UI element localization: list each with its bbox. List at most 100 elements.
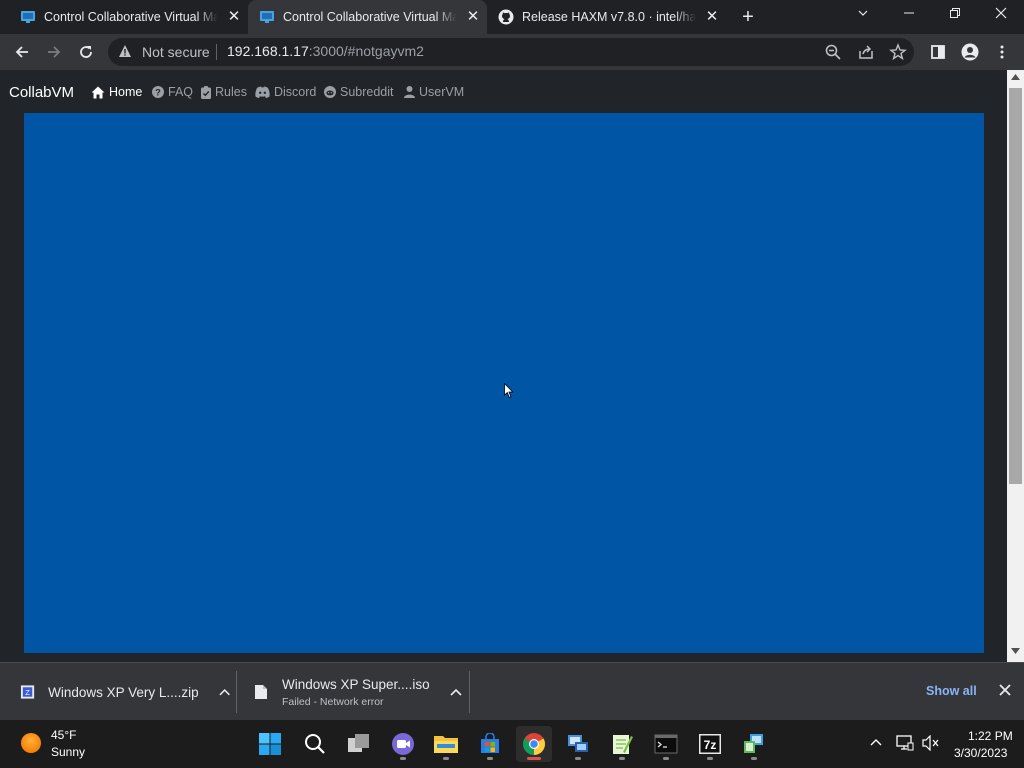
new-tab-button[interactable]: + <box>738 7 758 27</box>
tab-close-icon[interactable]: ✕ <box>704 9 720 25</box>
browser-tab-3[interactable]: Release HAXM v7.8.0 · intel/haxm ✕ <box>487 0 727 34</box>
notepad-plus-button[interactable] <box>604 726 640 762</box>
profile-button[interactable] <box>956 34 984 70</box>
chevron-up-icon[interactable] <box>219 688 230 696</box>
nav-label: Rules <box>215 85 247 99</box>
scroll-up-arrow-icon[interactable] <box>1011 74 1020 80</box>
file-explorer-button[interactable] <box>428 726 464 762</box>
task-view-button[interactable] <box>341 726 377 762</box>
vm-display-canvas[interactable] <box>24 113 984 653</box>
restore-icon[interactable] <box>932 0 978 30</box>
arrow-left-icon <box>15 46 28 58</box>
reload-button[interactable] <box>72 34 100 70</box>
brand-logo[interactable]: CollabVM <box>9 84 74 101</box>
running-indicator <box>751 757 757 760</box>
7zip-icon: 7z <box>699 734 721 754</box>
network-display-icon[interactable] <box>896 735 914 751</box>
back-button[interactable] <box>8 34 36 70</box>
nav-rules[interactable]: Rules <box>201 85 247 99</box>
search-icon <box>305 734 325 754</box>
chevron-up-icon[interactable] <box>450 688 462 696</box>
chrome-button[interactable] <box>516 726 552 762</box>
bookmark-star-icon[interactable] <box>889 43 907 61</box>
windows-taskbar: 45°F Sunny 7z 1:22 PM 3/30/2023 <box>0 720 1024 768</box>
microsoft-store-button[interactable] <box>472 726 508 762</box>
security-label[interactable]: Not secure <box>142 44 210 60</box>
user-icon <box>404 86 415 98</box>
share-icon[interactable] <box>857 43 875 61</box>
menu-button[interactable] <box>988 34 1016 70</box>
mouse-cursor-icon <box>504 383 514 399</box>
tab-close-icon[interactable]: ✕ <box>465 9 481 25</box>
task-view-icon <box>348 734 369 752</box>
address-bar[interactable]: Not secure 192.168.1.17:3000/#notgayvm2 <box>108 38 914 66</box>
close-icon[interactable] <box>998 683 1012 697</box>
download-item-1[interactable]: Z Windows XP Very L....zip <box>20 663 230 721</box>
zoom-out-icon[interactable] <box>824 43 842 61</box>
profile-icon <box>961 43 979 61</box>
teams-chat-button[interactable] <box>385 726 421 762</box>
terminal-icon <box>654 734 678 754</box>
svg-text:?: ? <box>155 88 161 98</box>
running-indicator <box>619 757 625 760</box>
home-icon <box>91 86 105 98</box>
side-panel-button[interactable] <box>924 34 952 70</box>
svg-text:7z: 7z <box>704 738 717 752</box>
running-indicator <box>487 757 493 760</box>
close-window-icon[interactable] <box>978 0 1024 30</box>
show-all-downloads-link[interactable]: Show all <box>926 684 977 698</box>
more-vertical-icon <box>1000 45 1004 59</box>
download-shelf: Z Windows XP Very L....zip Windows XP Su… <box>0 662 1024 720</box>
forward-button[interactable] <box>40 34 68 70</box>
terminal-button[interactable] <box>648 726 684 762</box>
browser-tab-2[interactable]: Control Collaborative Virtual Machine ✕ <box>248 0 487 34</box>
volume-muted-icon[interactable] <box>922 735 940 751</box>
question-icon: ? <box>152 86 164 98</box>
nav-label: FAQ <box>168 85 194 99</box>
download-divider <box>469 671 470 713</box>
nav-faq[interactable]: ? FAQ <box>152 85 193 99</box>
tab-search-chevron-icon[interactable] <box>840 0 886 30</box>
file-icon <box>255 685 267 699</box>
nav-home[interactable]: Home <box>91 85 142 99</box>
notepad-plus-icon <box>613 735 633 754</box>
tab-close-icon[interactable]: ✕ <box>226 9 242 25</box>
download-status: Failed - Network error <box>282 695 384 708</box>
tab-strip: Control Collaborative Virtual Machine ✕ … <box>0 0 1024 34</box>
network-app-icon <box>568 735 588 752</box>
nav-label: Discord <box>274 85 317 99</box>
nav-label: Subreddit <box>340 85 394 99</box>
url-text[interactable]: 192.168.1.17:3000/#notgayvm2 <box>227 43 424 59</box>
download-item-2[interactable]: Windows XP Super....iso Failed - Network… <box>254 663 464 721</box>
download-filename: Windows XP Very L....zip <box>48 684 199 700</box>
side-panel-icon <box>931 45 945 59</box>
tab-title: Release HAXM v7.8.0 · intel/haxm <box>522 10 696 24</box>
vmware-icon <box>744 734 763 753</box>
reload-icon <box>80 46 92 58</box>
running-indicator <box>707 757 713 760</box>
vmware-button[interactable] <box>736 726 772 762</box>
omnibox-divider <box>216 44 217 60</box>
browser-tab-1[interactable]: Control Collaborative Virtual Machine ✕ <box>0 0 248 34</box>
download-filename: Windows XP Super....iso <box>282 676 430 692</box>
7zip-button[interactable]: 7z <box>692 726 728 762</box>
nav-uservm[interactable]: UserVM <box>404 85 464 99</box>
scrollbar-thumb[interactable] <box>1009 88 1022 484</box>
nav-subreddit[interactable]: Subreddit <box>324 85 394 99</box>
nav-discord[interactable]: Discord <box>255 85 316 99</box>
clock-date[interactable]: 3/30/2023 <box>954 746 1007 760</box>
url-path: :3000/#notgayvm2 <box>308 43 424 59</box>
svg-text:Z: Z <box>25 688 30 697</box>
warning-icon[interactable] <box>118 44 132 58</box>
network-app-button[interactable] <box>560 726 596 762</box>
teams-chat-icon <box>392 733 414 755</box>
page-scrollbar[interactable] <box>1007 70 1024 662</box>
chevron-up-icon[interactable] <box>870 738 882 746</box>
scroll-down-arrow-icon[interactable] <box>1011 648 1020 654</box>
start-icon <box>259 733 281 755</box>
taskbar-search-button[interactable] <box>297 726 333 762</box>
start-button[interactable] <box>252 726 288 762</box>
clock-time[interactable]: 1:22 PM <box>968 729 1013 743</box>
minimize-icon[interactable] <box>886 0 932 30</box>
running-indicator <box>400 757 406 760</box>
